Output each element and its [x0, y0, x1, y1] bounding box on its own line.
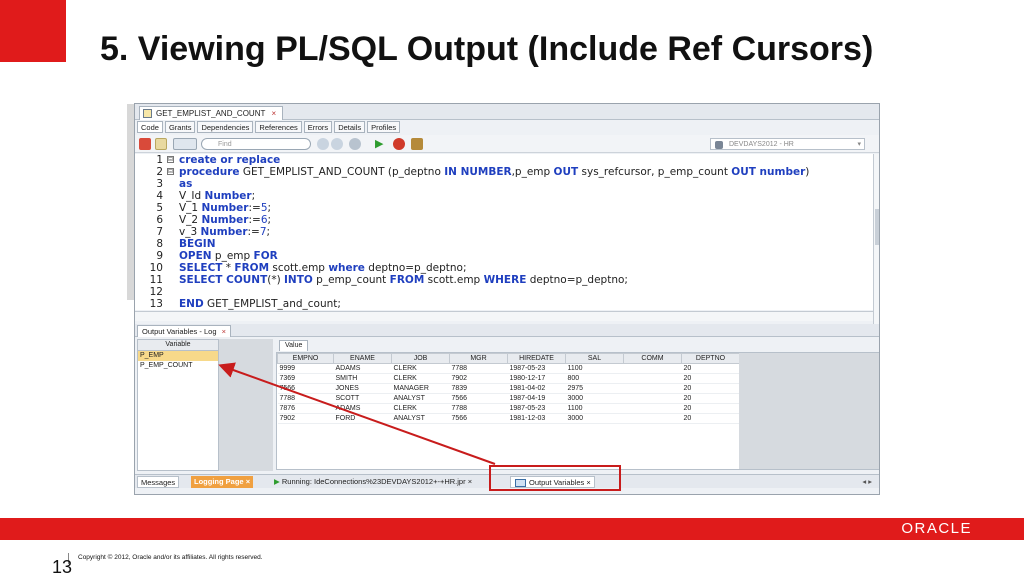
oracle-logo: ORACLE [901, 520, 972, 537]
page-number: 13 [52, 557, 73, 576]
annotation-arrow [218, 362, 496, 465]
copyright-text: Copyright © 2012, Oracle and/or its affi… [78, 554, 263, 561]
slide: 5. Viewing PL/SQL Output (Include Ref Cu… [0, 0, 1024, 576]
footer-band [0, 518, 1024, 540]
